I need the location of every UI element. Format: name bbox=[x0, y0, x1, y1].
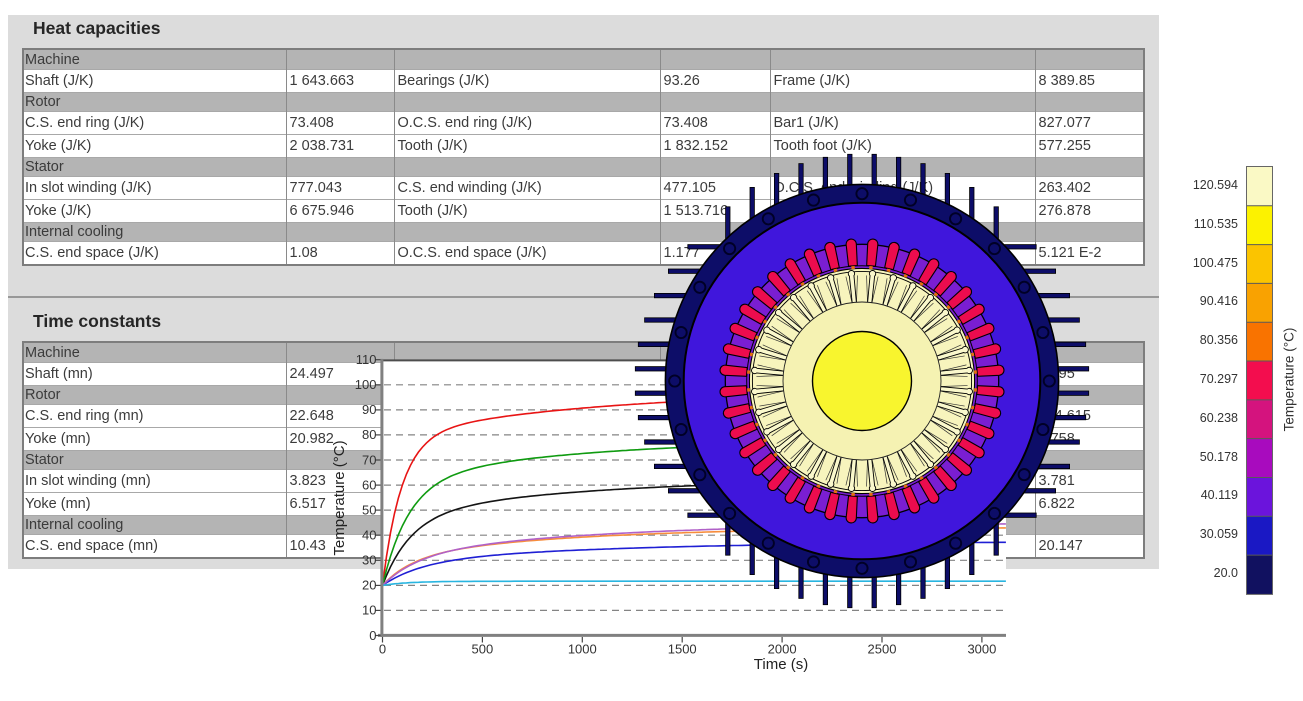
svg-text:40: 40 bbox=[362, 528, 376, 543]
svg-text:1500: 1500 bbox=[668, 642, 697, 657]
svg-text:100: 100 bbox=[355, 377, 377, 392]
svg-text:10: 10 bbox=[362, 603, 376, 618]
svg-text:30: 30 bbox=[362, 553, 376, 568]
svg-text:0: 0 bbox=[369, 628, 376, 643]
svg-text:Time (s): Time (s) bbox=[754, 656, 808, 673]
svg-text:Temperature (°C): Temperature (°C) bbox=[331, 440, 348, 555]
svg-text:3000: 3000 bbox=[967, 642, 996, 657]
svg-text:500: 500 bbox=[472, 642, 494, 657]
svg-text:2000: 2000 bbox=[768, 642, 797, 657]
svg-text:20: 20 bbox=[362, 578, 376, 593]
svg-text:90: 90 bbox=[362, 402, 376, 417]
svg-text:60: 60 bbox=[362, 477, 376, 492]
svg-text:0: 0 bbox=[379, 642, 386, 657]
svg-text:80: 80 bbox=[362, 427, 376, 442]
svg-text:50: 50 bbox=[362, 502, 376, 517]
svg-text:110: 110 bbox=[356, 352, 377, 367]
svg-text:2500: 2500 bbox=[868, 642, 897, 657]
svg-text:1000: 1000 bbox=[568, 642, 597, 657]
svg-text:70: 70 bbox=[362, 452, 376, 467]
